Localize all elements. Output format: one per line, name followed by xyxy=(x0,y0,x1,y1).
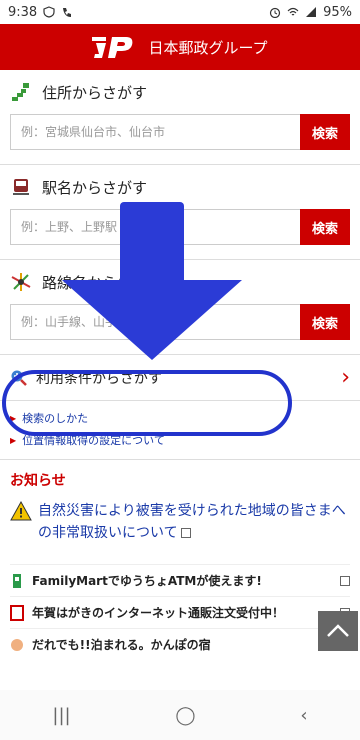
link-label: 検索のしかた xyxy=(22,412,89,425)
alarm-icon xyxy=(269,6,281,19)
postcard-icon xyxy=(10,604,24,621)
status-time: 9:38 xyxy=(8,4,38,20)
japan-post-logo-icon xyxy=(92,37,133,58)
condition-search-label: 利用条件からさがす xyxy=(36,370,162,387)
recent-apps-icon[interactable]: ||| xyxy=(52,705,70,726)
line-search-section: 路線名からさがす 検索 xyxy=(0,260,360,355)
familymart-icon xyxy=(13,573,21,588)
news-item-label: FamilyMartでゆうちょATMが使えます! xyxy=(32,574,262,588)
warning-icon xyxy=(10,501,32,521)
battery-level: 95% xyxy=(323,4,352,20)
section-title: 路線名からさがす xyxy=(42,273,163,292)
address-search-section: 住所からさがす 検索 xyxy=(0,70,360,165)
link-label: 位置情報取得の設定について xyxy=(22,434,165,447)
app-header: 日本郵政グループ xyxy=(0,24,360,70)
line-search-input[interactable] xyxy=(10,304,300,340)
news-item-kanpo-inn[interactable]: だれでも!!泊まれる。かんぽの宿 xyxy=(10,628,350,660)
status-bar: 9:38 95% xyxy=(0,0,360,24)
help-links: ▶ 検索のしかた ▶ 位置情報取得の設定について xyxy=(0,401,360,460)
address-search-input[interactable] xyxy=(10,114,300,150)
line-search-button[interactable]: 検索 xyxy=(300,304,350,340)
station-search-button[interactable]: 検索 xyxy=(300,209,350,245)
link-how-to-search[interactable]: ▶ 検索のしかた xyxy=(10,407,350,429)
signal-icon xyxy=(305,6,317,18)
external-link-icon xyxy=(180,528,191,538)
chevron-up-icon xyxy=(327,624,349,637)
news-title: お知らせ xyxy=(10,473,66,489)
magnifier-plus-icon xyxy=(11,370,27,386)
station-search-section: 駅名からさがす 検索 xyxy=(0,165,360,260)
scroll-to-top-button[interactable] xyxy=(318,611,358,651)
station-search-input[interactable] xyxy=(10,209,300,245)
chevron-right-icon: › xyxy=(341,365,350,390)
triangle-bullet-icon: ▶ xyxy=(10,413,17,423)
section-title: 住所からさがす xyxy=(42,83,148,102)
news-list: FamilyMartでゆうちょATMが使えます! 年賀はがきのインターネット通販… xyxy=(10,564,350,660)
news-section: お知らせ 自然災害により被害を受けられた地域の皆さまへの非常取扱いについて Fa… xyxy=(0,460,360,660)
train-icon xyxy=(13,179,29,195)
triangle-bullet-icon: ▶ xyxy=(10,435,17,445)
link-location-settings[interactable]: ▶ 位置情報取得の設定について xyxy=(10,429,350,451)
news-item-nengajo[interactable]: 年賀はがきのインターネット通販注文受付中！ xyxy=(10,596,350,628)
android-nav-bar: ||| ◯ ‹ xyxy=(0,690,360,740)
wifi-icon xyxy=(287,6,299,18)
shield-icon xyxy=(43,6,55,18)
mascot-icon xyxy=(11,638,23,651)
news-item-familymart[interactable]: FamilyMartでゆうちょATMが使えます! xyxy=(10,564,350,596)
external-link-icon xyxy=(340,575,350,586)
news-item-label: だれでも!!泊まれる。かんぽの宿 xyxy=(32,638,211,652)
route-map-icon xyxy=(11,273,31,291)
disaster-notice-text: 自然災害により被害を受けられた地域の皆さまへの非常取扱いについて xyxy=(38,503,346,541)
disaster-notice-link[interactable]: 自然災害により被害を受けられた地域の皆さまへの非常取扱いについて xyxy=(10,500,350,544)
home-icon[interactable]: ◯ xyxy=(175,705,195,726)
address-search-button[interactable]: 検索 xyxy=(300,114,350,150)
japan-map-icon xyxy=(12,83,29,101)
section-title: 駅名からさがす xyxy=(42,178,148,197)
call-icon xyxy=(61,6,73,18)
back-icon[interactable]: ‹ xyxy=(300,705,307,726)
news-item-label: 年賀はがきのインターネット通販注文受付中！ xyxy=(32,606,285,620)
condition-search-row[interactable]: 利用条件からさがす › xyxy=(0,355,360,401)
brand-name: 日本郵政グループ xyxy=(148,39,268,57)
